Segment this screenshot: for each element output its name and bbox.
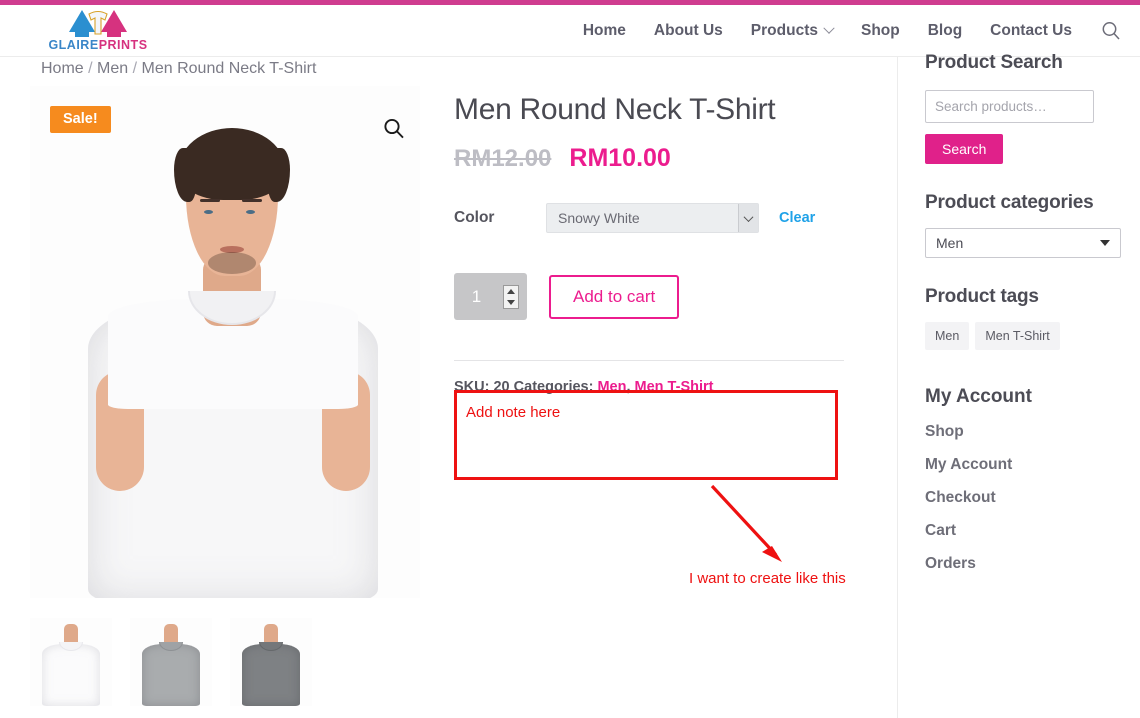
tag-men[interactable]: Men bbox=[925, 322, 970, 350]
nav-label-home: Home bbox=[582, 22, 626, 39]
chevron-down-icon bbox=[1100, 240, 1110, 246]
breadcrumb-separator-2: / bbox=[132, 60, 138, 77]
color-select[interactable]: Snowy White bbox=[546, 203, 759, 233]
nav-label-shop: Shop bbox=[860, 22, 900, 39]
sale-badge: Sale! bbox=[50, 106, 111, 133]
breadcrumb-item-current: Men Round Neck T-Shirt bbox=[141, 60, 317, 77]
thumbnail-strip bbox=[30, 618, 420, 706]
annotation-caption: I want to create like this bbox=[689, 570, 846, 587]
variation-row-color: Color Snowy White Clear bbox=[454, 203, 844, 233]
color-label: Color bbox=[454, 209, 495, 226]
spinner-down-icon[interactable] bbox=[507, 299, 515, 305]
magnifier-icon bbox=[384, 118, 404, 139]
breadcrumb-separator-1: / bbox=[88, 60, 93, 77]
tag-men-tshirt[interactable]: Men T-Shirt bbox=[975, 322, 1060, 350]
breadcrumb-item-men[interactable]: Men bbox=[97, 60, 128, 77]
quantity-value[interactable]: 1 bbox=[454, 287, 503, 307]
clear-variation-link[interactable]: Clear bbox=[779, 210, 815, 226]
logo-text-prints: PRINTS bbox=[98, 38, 148, 52]
meta-divider bbox=[454, 360, 844, 361]
sidebar-item-my-account[interactable]: My Account bbox=[925, 456, 1125, 474]
shirt-arrows-logo-icon bbox=[69, 10, 127, 37]
main-navigation: Home About Us Products Shop Blog Contact… bbox=[583, 5, 1140, 57]
sidebar-heading-my-account: My Account bbox=[925, 386, 1032, 407]
price-original: RM12.00 bbox=[454, 145, 552, 172]
thumb-model-2 bbox=[130, 618, 212, 706]
nav-item-contact-us[interactable]: Contact Us bbox=[990, 22, 1072, 40]
chevron-down-icon bbox=[743, 211, 754, 222]
add-to-cart-button[interactable]: Add to cart bbox=[549, 274, 680, 319]
thumbnail-2[interactable] bbox=[130, 618, 212, 706]
sidebar-divider bbox=[897, 57, 898, 718]
thumb-model-1 bbox=[30, 618, 112, 706]
spinner-up-icon[interactable] bbox=[507, 288, 515, 294]
color-select-arrow-button[interactable] bbox=[738, 204, 758, 232]
image-zoom-button[interactable] bbox=[381, 116, 407, 142]
nav-label-blog: Blog bbox=[927, 22, 963, 39]
site-logo[interactable]: GLAIREPRINTS bbox=[43, 5, 153, 59]
nav-item-blog[interactable]: Blog bbox=[928, 22, 962, 40]
nav-label-products: Products bbox=[750, 22, 818, 39]
logo-text-glaire: GLAIRE bbox=[48, 38, 99, 52]
thumbnail-1[interactable] bbox=[30, 618, 112, 706]
sidebar-item-checkout[interactable]: Checkout bbox=[925, 489, 1125, 507]
nav-item-shop[interactable]: Shop bbox=[861, 22, 900, 40]
logo-wordmark: GLAIREPRINTS bbox=[43, 38, 153, 52]
thumbnail-3[interactable] bbox=[230, 618, 312, 706]
product-categories-select[interactable]: Men bbox=[925, 228, 1121, 258]
product-categories-value: Men bbox=[936, 235, 964, 251]
quantity-spinner[interactable] bbox=[503, 284, 519, 309]
sidebar-heading-product-search: Product Search bbox=[925, 52, 1063, 73]
sidebar-section-tags: Product tags Men Men T-Shirt bbox=[925, 286, 1125, 350]
quantity-stepper[interactable]: 1 bbox=[454, 273, 527, 320]
annotation-note-text: Add note here bbox=[466, 404, 561, 421]
nav-item-about-us[interactable]: About Us bbox=[654, 22, 723, 40]
search-input[interactable] bbox=[925, 90, 1094, 123]
color-select-value: Snowy White bbox=[558, 210, 640, 226]
product-summary: Men Round Neck T-Shirt RM12.00 RM10.00 C… bbox=[454, 92, 844, 395]
sidebar-item-cart[interactable]: Cart bbox=[925, 522, 1125, 540]
sidebar-section-categories: Product categories Men bbox=[925, 192, 1125, 258]
add-to-cart-row: 1 Add to cart bbox=[454, 273, 844, 320]
annotation-arrow bbox=[710, 484, 782, 562]
breadcrumb-item-home[interactable]: Home bbox=[41, 60, 84, 77]
breadcrumb: Home / Men / Men Round Neck T-Shirt bbox=[41, 60, 316, 78]
nav-item-home[interactable]: Home bbox=[583, 22, 626, 40]
price-row: RM12.00 RM10.00 bbox=[454, 144, 844, 173]
chevron-down-icon bbox=[823, 22, 835, 34]
nav-label-contact-us: Contact Us bbox=[990, 22, 1072, 39]
product-gallery: Sale! bbox=[30, 86, 420, 706]
product-main-image[interactable]: Sale! bbox=[30, 86, 420, 598]
product-title: Men Round Neck T-Shirt bbox=[454, 93, 776, 126]
price-sale: RM10.00 bbox=[569, 144, 671, 172]
model-illustration bbox=[30, 86, 420, 598]
sidebar-heading-product-tags: Product tags bbox=[925, 286, 1039, 307]
thumb-model-3 bbox=[230, 618, 312, 706]
header-search-icon[interactable] bbox=[1100, 20, 1122, 42]
sidebar-item-orders[interactable]: Orders bbox=[925, 555, 1125, 573]
sidebar-item-shop[interactable]: Shop bbox=[925, 423, 1125, 441]
search-icon bbox=[1102, 22, 1120, 40]
nav-item-products[interactable]: Products bbox=[750, 22, 835, 40]
sidebar-heading-product-categories: Product categories bbox=[925, 192, 1094, 213]
sidebar: Product Search Search Product categories… bbox=[925, 52, 1125, 573]
site-header: GLAIREPRINTS Home About Us Products Shop… bbox=[0, 5, 1140, 57]
nav-label-about-us: About Us bbox=[653, 22, 723, 39]
tag-cloud: Men Men T-Shirt bbox=[925, 322, 1125, 350]
search-button[interactable]: Search bbox=[925, 134, 1004, 164]
annotation-note-box: Add note here bbox=[454, 390, 838, 480]
